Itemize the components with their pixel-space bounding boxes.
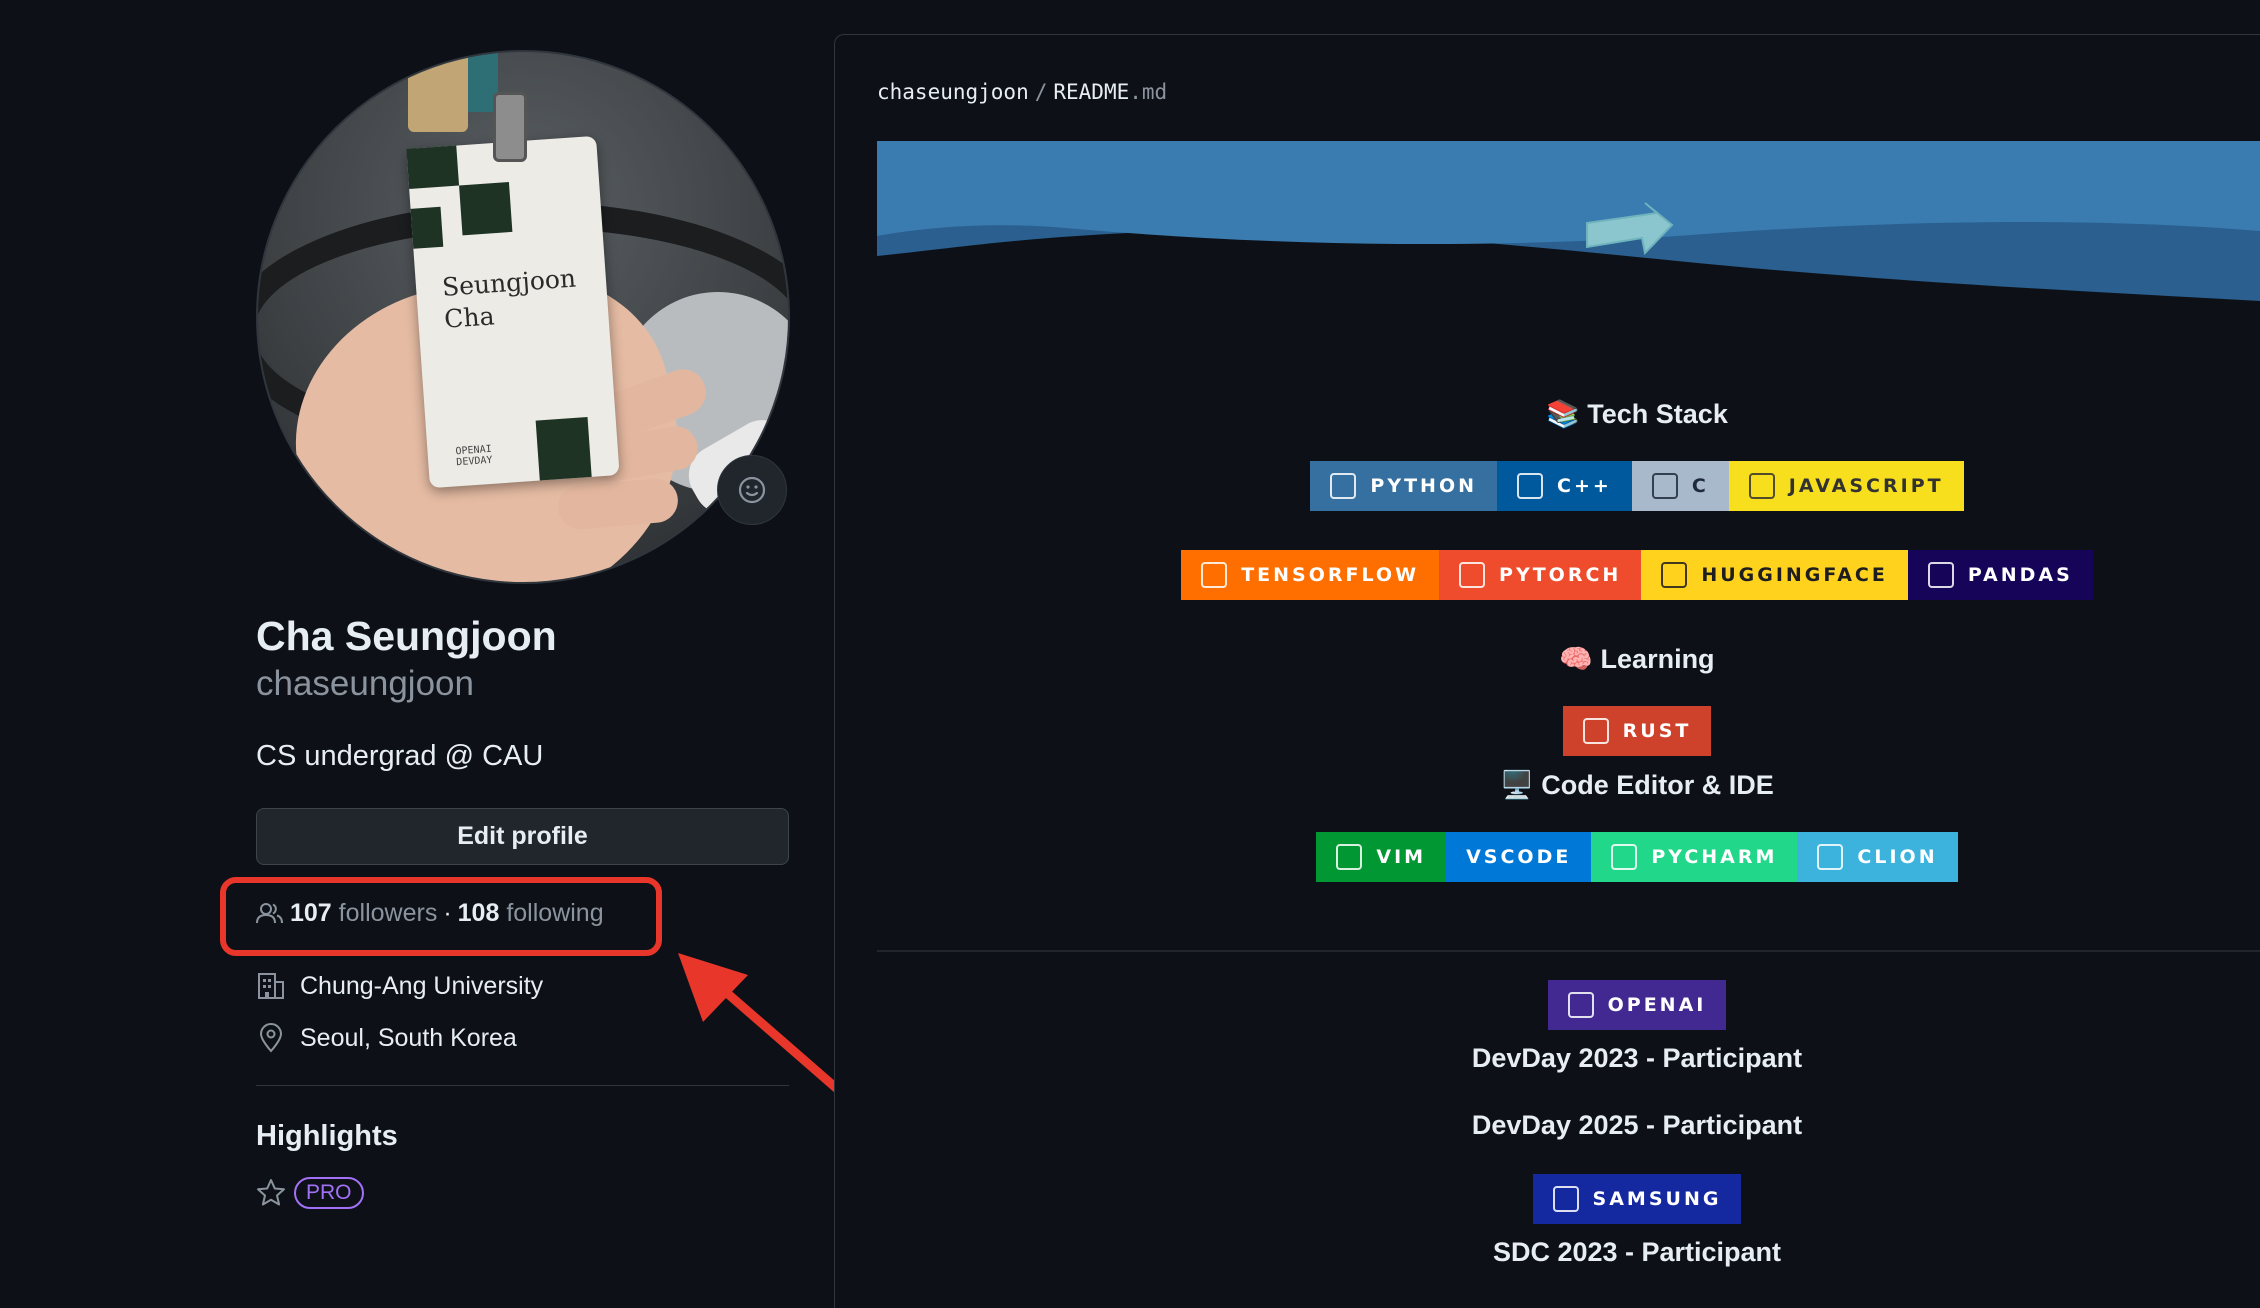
badge-label: VSCODE [1466, 846, 1572, 868]
badge-pattern [535, 417, 592, 481]
rust-icon [1582, 718, 1609, 744]
tensorflow-icon [1201, 562, 1228, 588]
samsung-icon [1552, 1186, 1579, 1212]
badge-label: PYTHON [1370, 475, 1478, 497]
badge-label: CLION [1857, 846, 1938, 868]
python-badge: PYTHON [1310, 461, 1498, 511]
badge-pattern [406, 145, 460, 189]
profile-username: chaseungjoon [256, 664, 474, 703]
huggingface-badge: HUGGINGFACE [1641, 550, 1908, 600]
highlights-pro-row: PRO [256, 1176, 364, 1210]
organization-icon [258, 973, 284, 999]
javascript-badge: JAVASCRIPT [1728, 461, 1964, 511]
badge-label: HUGGINGFACE [1701, 564, 1888, 586]
learning-heading: 🧠 Learning [1559, 644, 1715, 674]
organization-text[interactable]: Chung-Ang University [300, 972, 543, 1001]
badge-label: RUST [1622, 720, 1692, 742]
profile-bio: CS undergrad @ CAU [256, 740, 544, 772]
badge-label: PANDAS [1967, 564, 2073, 586]
cplusplus-icon [1517, 473, 1544, 499]
vscode-badge: VSCODE [1446, 832, 1592, 882]
badge-label: PYTORCH [1499, 564, 1622, 586]
tech-stack-badges-row-1: PYTHON C++ C JAVASCRIPT [877, 461, 2260, 511]
pro-badge[interactable]: PRO [294, 1177, 364, 1209]
tech-stack-badges-row-2: TENSORFLOW PYTORCH HUGGINGFACE PANDAS [877, 550, 2260, 600]
readme-file-link[interactable]: README [1053, 80, 1129, 104]
devday-2025-text: DevDay 2025 - Participant [1471, 1110, 1803, 1140]
vim-icon [1336, 844, 1363, 870]
badge-pattern [459, 181, 513, 236]
c-icon [1651, 473, 1678, 499]
smiley-icon [738, 476, 766, 504]
avatar[interactable]: Seungjoon Cha OPENAI DEVDAY [256, 50, 790, 584]
readme-file-extension: .md [1129, 80, 1168, 104]
badge-label: C [1691, 475, 1709, 497]
badge-pattern [410, 206, 444, 249]
badge-label: OPENAI [1607, 994, 1707, 1016]
sdc-2023-text: SDC 2023 - Participant [1492, 1237, 1782, 1267]
openai-icon [1567, 992, 1594, 1018]
vim-badge: VIM [1316, 832, 1447, 882]
c-badge: C++ [1497, 461, 1632, 511]
readme-divider [877, 950, 2260, 952]
devday-2023-text: DevDay 2023 - Participant [1471, 1043, 1803, 1073]
highlights-title: Highlights [256, 1120, 398, 1152]
organization-row: Chung-Ang University [256, 968, 543, 1004]
editor-badges-row: VIM VSCODE PYCHARM CLION [877, 832, 2260, 882]
profile-full-name: Cha Seungjoon [256, 613, 557, 659]
editor-heading: 🖥️ Code Editor & IDE [1500, 770, 1774, 800]
pytorch-badge: PYTORCH [1439, 550, 1642, 600]
learning-badges-row: RUST [877, 706, 2260, 756]
set-status-button[interactable] [717, 455, 787, 525]
openai-badge-row: OPENAI [877, 980, 2260, 1030]
tech-stack-heading: 📚 Tech Stack [1546, 399, 1728, 429]
avatar-name-badge: Seungjoon Cha OPENAI DEVDAY [406, 135, 620, 489]
sidebar-divider [256, 1085, 789, 1086]
location-pin-icon [259, 1023, 283, 1053]
edit-profile-button[interactable]: Edit profile [256, 808, 789, 865]
pytorch-icon [1459, 562, 1486, 588]
badge-label: PYCHARM [1651, 846, 1778, 868]
avatar-finger [556, 476, 680, 532]
clion-badge: CLION [1797, 832, 1958, 882]
badge-label: SAMSUNG [1592, 1188, 1722, 1210]
star-icon [257, 1179, 285, 1206]
python-icon [1330, 473, 1357, 499]
readme-breadcrumb: chaseungjoon / README.md [877, 80, 1167, 104]
c-badge: C [1631, 461, 1729, 511]
pandas-badge: PANDAS [1907, 550, 2093, 600]
tensorflow-badge: TENSORFLOW [1181, 550, 1440, 600]
rust-badge: RUST [1562, 706, 1712, 756]
pycharm-badge: PYCHARM [1591, 832, 1798, 882]
huggingface-icon [1661, 562, 1688, 588]
samsung-badge: SAMSUNG [1532, 1174, 1742, 1224]
annotation-highlight-box [220, 877, 662, 956]
pandas-icon [1927, 562, 1954, 588]
breadcrumb-separator: / [1034, 80, 1048, 104]
avatar-badge-clip [493, 92, 527, 162]
badge-label: TENSORFLOW [1241, 564, 1420, 586]
openai-badge: OPENAI [1547, 980, 1727, 1030]
badge-label: C++ [1557, 475, 1612, 497]
samsung-badge-row: SAMSUNG [877, 1174, 2260, 1224]
location-row: Seoul, South Korea [256, 1020, 517, 1056]
badge-name-text: Seungjoon Cha [441, 263, 577, 334]
javascript-icon [1748, 473, 1775, 499]
badge-label: JAVASCRIPT [1788, 475, 1944, 497]
badge-event-text: OPENAI DEVDAY [455, 443, 493, 469]
readme-repo-link[interactable]: chaseungjoon [877, 80, 1029, 104]
pycharm-icon [1611, 844, 1638, 870]
clion-icon [1817, 844, 1844, 870]
avatar-lanyard [408, 52, 468, 132]
badge-label: VIM [1376, 846, 1427, 868]
location-text: Seoul, South Korea [300, 1023, 517, 1052]
readme-header-banner [877, 141, 2260, 301]
